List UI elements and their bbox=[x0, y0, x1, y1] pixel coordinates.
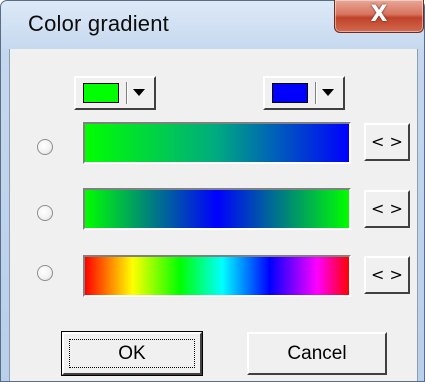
dialog-client-area: < > < > < > OK Cancel bbox=[9, 49, 418, 381]
gradient-preview-linear bbox=[83, 122, 351, 164]
close-icon: X bbox=[370, 2, 388, 27]
divider bbox=[126, 82, 128, 104]
start-color-picker[interactable] bbox=[74, 76, 156, 110]
swap-colors-button[interactable]: < > bbox=[364, 123, 410, 161]
radio-gradient-rainbow[interactable] bbox=[37, 265, 53, 281]
gradient-preview-start-end-start bbox=[83, 188, 351, 230]
cancel-button[interactable]: Cancel bbox=[247, 332, 387, 375]
end-color-picker[interactable] bbox=[263, 76, 345, 110]
color-gradient-dialog: Color gradient X < > < > < > OK Cancel bbox=[0, 0, 425, 382]
swap-colors-button[interactable]: < > bbox=[364, 190, 410, 228]
divider bbox=[315, 82, 317, 104]
radio-gradient-linear[interactable] bbox=[37, 139, 53, 155]
end-color-swatch bbox=[272, 83, 308, 103]
dialog-title: Color gradient bbox=[28, 11, 169, 36]
ok-button-label: OK bbox=[118, 343, 146, 364]
chevron-down-icon bbox=[133, 89, 145, 96]
chevron-down-icon bbox=[322, 89, 334, 96]
ok-button[interactable]: OK bbox=[61, 331, 203, 376]
radio-gradient-start-end-start[interactable] bbox=[37, 205, 53, 221]
gradient-preview-rainbow bbox=[83, 255, 351, 297]
start-color-swatch bbox=[83, 83, 119, 103]
swap-colors-button[interactable]: < > bbox=[364, 256, 410, 294]
close-button[interactable]: X bbox=[334, 0, 424, 33]
title-bar[interactable]: Color gradient X bbox=[1, 0, 424, 49]
